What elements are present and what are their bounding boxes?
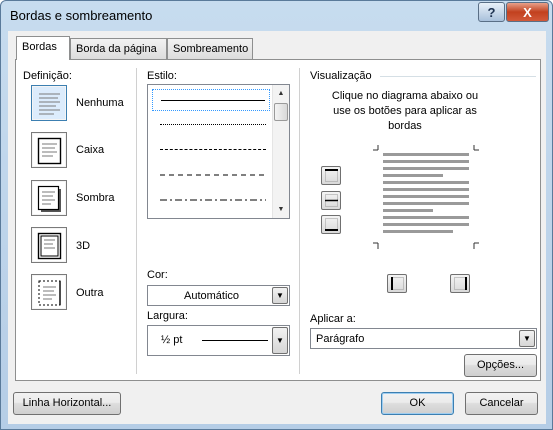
dashed-small-line: [160, 149, 266, 150]
tab-bordas[interactable]: Bordas: [16, 36, 70, 60]
chevron-down-icon[interactable]: ▼: [272, 327, 288, 354]
middle-border-button[interactable]: [321, 191, 341, 210]
setting-caixa-label: Caixa: [76, 144, 105, 156]
border-right-icon: [454, 277, 467, 290]
visualizacao-group-line: [380, 76, 536, 77]
border-shadow-icon: [37, 185, 61, 212]
setting-outra-label: Outra: [76, 287, 104, 299]
cor-label: Cor:: [147, 269, 168, 281]
opcoes-button[interactable]: Opções...: [464, 354, 537, 377]
border-preview-diagram[interactable]: [371, 145, 481, 250]
border-bottom-icon: [325, 218, 338, 231]
dialog-client-area: Bordas Borda da página Sombreamento Defi…: [8, 31, 546, 424]
cor-value: Automático: [184, 290, 240, 302]
border-3d-icon: [37, 232, 62, 260]
separator-right: [299, 68, 300, 374]
dialog-window: Bordas e sombreamento ? X Bordas Borda d…: [0, 0, 553, 430]
dashed-large-line: [160, 174, 266, 176]
sombra-text: Sombra: [76, 192, 115, 204]
width-sample-line: [202, 340, 268, 341]
setting-outra-button[interactable]: [31, 274, 67, 310]
title-bar: Bordas e sombreamento ? X: [1, 1, 552, 29]
aplicar-dropdown[interactable]: Parágrafo ▼: [310, 328, 537, 349]
aplicar-label: Aplicar a:: [310, 313, 356, 325]
style-list-scrollbar[interactable]: ▲ ▼: [272, 85, 289, 218]
style-item-dash-dot[interactable]: [152, 189, 270, 211]
cancelar-button[interactable]: Cancelar: [465, 392, 538, 415]
left-border-button[interactable]: [387, 274, 407, 293]
scroll-up-icon[interactable]: ▲: [273, 85, 289, 102]
scroll-thumb[interactable]: [274, 103, 288, 121]
largura-dropdown[interactable]: ½ pt ▼: [147, 325, 290, 356]
instruction-line-3: bordas: [388, 120, 422, 132]
style-item-dashed-small[interactable]: [152, 139, 270, 161]
style-item-dotted[interactable]: [152, 114, 270, 136]
style-listbox[interactable]: ▲ ▼: [147, 84, 290, 219]
top-border-button[interactable]: [321, 166, 341, 185]
preview-instructions: Clique no diagrama abaixo ou use os botõ…: [313, 89, 497, 134]
setting-3d-label: 3D: [76, 240, 91, 252]
estilo-label: Estilo:: [147, 70, 177, 82]
border-middle-icon: [325, 194, 338, 207]
border-left-icon: [391, 277, 404, 290]
visualizacao-label: Visualização: [310, 70, 372, 82]
separator-left: [136, 68, 137, 374]
chevron-down-icon[interactable]: ▼: [519, 330, 535, 347]
border-custom-icon: [38, 280, 61, 306]
dotted-line: [160, 124, 266, 125]
linha-horizontal-button[interactable]: Linha Horizontal...: [13, 392, 121, 415]
bottom-border-button[interactable]: [321, 215, 341, 234]
style-item-solid[interactable]: [152, 89, 270, 111]
largura-value: ½ pt: [161, 334, 183, 346]
aplicar-value: Parágrafo: [316, 333, 365, 345]
instruction-line-1: Clique no diagrama abaixo ou: [331, 90, 479, 102]
definicao-label: Definição:: [23, 70, 72, 82]
help-button[interactable]: ?: [478, 2, 505, 22]
setting-nenhuma-label: Nenhuma: [76, 97, 124, 109]
setting-caixa-button[interactable]: [31, 132, 67, 168]
border-top-icon: [325, 169, 338, 182]
border-none-icon: [39, 93, 60, 115]
setting-sombra-label: Sombra: [76, 192, 115, 204]
right-border-button[interactable]: [450, 274, 470, 293]
setting-3d-button[interactable]: [31, 227, 67, 263]
chevron-down-icon[interactable]: ▼: [272, 287, 288, 304]
tab-sombreamento[interactable]: Sombreamento: [167, 38, 253, 59]
border-box-icon: [37, 137, 62, 165]
solid-line: [161, 100, 265, 101]
setting-nenhuma-button[interactable]: [31, 85, 67, 121]
window-title: Bordas e sombreamento: [10, 8, 153, 23]
dash-dot-line: [160, 199, 266, 201]
instruction-line-2: use os botões para aplicar as: [333, 105, 477, 117]
tab-panel-bordas: Definição: Nenhuma Caixa Sombra 3D Outra…: [15, 59, 541, 381]
close-button[interactable]: X: [506, 2, 549, 22]
cor-dropdown[interactable]: Automático ▼: [147, 285, 290, 306]
ok-button[interactable]: OK: [381, 392, 454, 415]
largura-label: Largura:: [147, 310, 188, 322]
scroll-down-icon[interactable]: ▼: [273, 201, 289, 218]
setting-sombra-button[interactable]: [31, 180, 67, 216]
tab-borda-da-pagina[interactable]: Borda da página: [70, 38, 167, 59]
style-item-dashed-large[interactable]: [152, 164, 270, 186]
